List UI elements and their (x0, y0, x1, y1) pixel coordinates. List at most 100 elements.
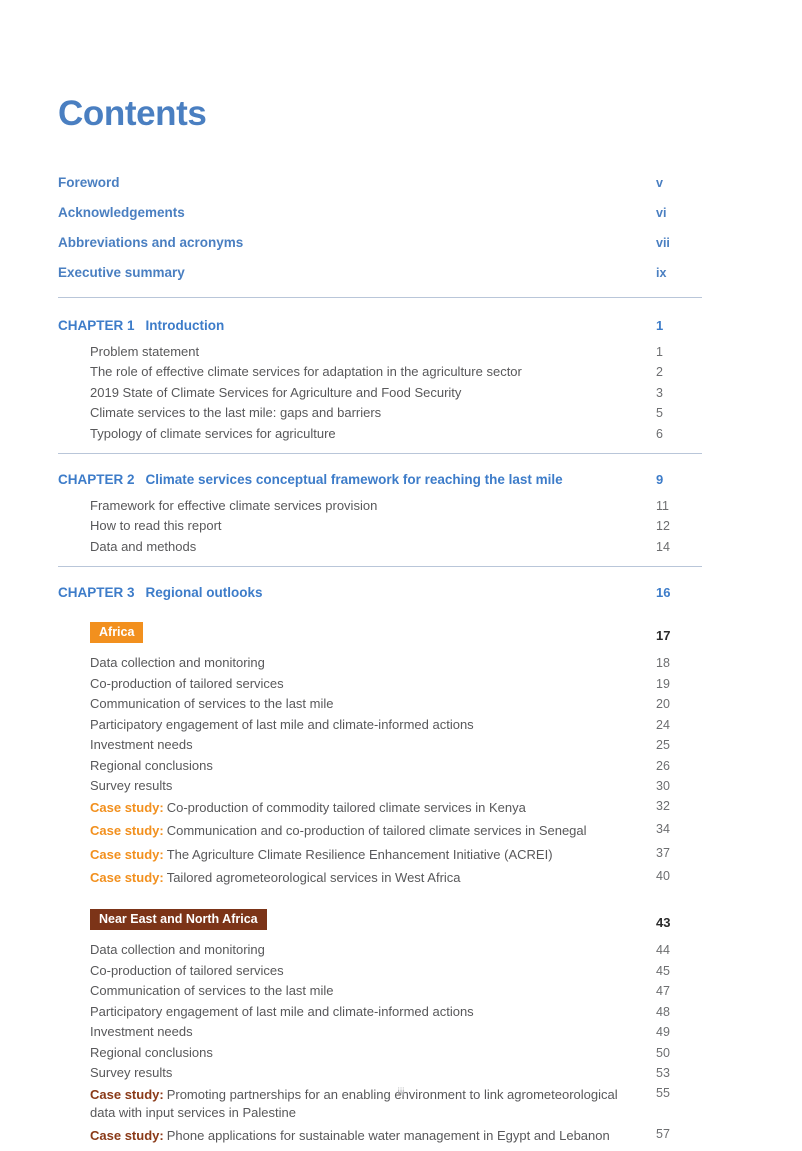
case-study-entry[interactable]: Case study: Tailored agrometeorological s… (58, 869, 702, 887)
toc-entry[interactable]: Climate services to the last mile: gaps … (58, 405, 702, 420)
toc-entry-page: 30 (656, 779, 670, 794)
toc-entry-label: Survey results (90, 1065, 173, 1081)
toc-entry-page: 2 (656, 365, 663, 380)
toc-entry-label: Data collection and monitoring (90, 942, 265, 958)
toc-entry[interactable]: Communication of services to the last mi… (58, 983, 702, 998)
toc-entry-label: Investment needs (90, 737, 193, 753)
toc-entry[interactable]: 2019 State of Climate Services for Agric… (58, 385, 702, 400)
toc-entry-page: 49 (656, 1025, 670, 1040)
toc-entry-label: Data collection and monitoring (90, 655, 265, 671)
toc-entry-page: 47 (656, 984, 670, 999)
region-africa-heading[interactable]: Africa 17 (58, 621, 702, 644)
toc-entry-label: Abbreviations and acronyms (58, 234, 244, 250)
toc-entry-label: Regional conclusions (90, 1044, 213, 1060)
toc-entry-page: 3 (656, 385, 663, 400)
chapter-3-heading[interactable]: CHAPTER 3 Regional outlooks 16 (58, 585, 702, 600)
chapter-page: 1 (656, 317, 664, 333)
case-study-entry[interactable]: Case study: Phone applications for sustai… (58, 1127, 702, 1145)
case-study-text: Co-production of commodity tailored clim… (166, 799, 526, 815)
toc-entry[interactable]: Participatory engagement of last mile an… (58, 1004, 702, 1019)
chapter-number: CHAPTER 2 (58, 471, 135, 487)
toc-entry-page: 6 (656, 426, 663, 441)
case-study-tag: Case study: (90, 869, 164, 885)
toc-entry-label: 2019 State of Climate Services for Agric… (90, 384, 462, 400)
case-study-label: Case study: Co-production of commodity ta… (90, 799, 526, 817)
toc-entry-page: 44 (656, 943, 670, 958)
toc-entry[interactable]: Typology of climate services for agricul… (58, 426, 702, 441)
case-study-text: The Agriculture Climate Resilience Enhan… (166, 846, 553, 862)
toc-entry[interactable]: Participatory engagement of last mile an… (58, 717, 702, 732)
toc-entry-label: Executive summary (58, 264, 185, 280)
toc-entry-label: Communication of services to the last mi… (90, 696, 334, 712)
toc-entry[interactable]: How to read this report 12 (58, 518, 702, 533)
region-page: 43 (656, 915, 671, 931)
case-study-page: 40 (656, 868, 670, 883)
toc-entry-page: 14 (656, 539, 670, 554)
toc-entry-label: Co-production of tailored services (90, 962, 284, 978)
toc-entry-page: 50 (656, 1045, 670, 1060)
toc-entry-page: v (656, 175, 663, 190)
toc-entry[interactable]: Investment needs 25 (58, 737, 702, 752)
footer-page-number: iii (397, 1086, 405, 1098)
toc-entry-label: Regional conclusions (90, 757, 213, 773)
toc-entry-foreword[interactable]: Foreword v (58, 175, 702, 190)
region-page: 17 (656, 628, 671, 644)
toc-entry-page: 19 (656, 676, 670, 691)
toc-entry-page: vii (656, 235, 670, 250)
section-divider (58, 296, 702, 298)
toc-entry[interactable]: Framework for effective climate services… (58, 498, 702, 513)
toc-entry-label: The role of effective climate services f… (90, 364, 522, 380)
toc-entry-label: Survey results (90, 778, 173, 794)
toc-entry-executive-summary[interactable]: Executive summary ix (58, 265, 702, 280)
toc-entry-label: Participatory engagement of last mile an… (90, 1003, 474, 1019)
region-badge-africa[interactable]: Africa (90, 621, 144, 644)
toc-entry-page: 20 (656, 697, 670, 712)
chapter-number: CHAPTER 3 (58, 584, 135, 600)
toc-entry[interactable]: Regional conclusions 26 (58, 758, 702, 773)
chapter-title: Introduction (145, 317, 225, 333)
chapter-1-heading[interactable]: CHAPTER 1 Introduction 1 (58, 318, 702, 333)
toc-entry[interactable]: Communication of services to the last mi… (58, 696, 702, 711)
toc-entry[interactable]: Survey results 53 (58, 1065, 702, 1080)
chapter-title: Regional outlooks (145, 584, 263, 600)
toc-entry-page: 26 (656, 758, 670, 773)
toc-entry[interactable]: Problem statement 1 (58, 344, 702, 359)
case-study-text: Tailored agrometeorological services in … (166, 869, 461, 885)
case-study-entry[interactable]: Case study: Co-production of commodity ta… (58, 799, 702, 817)
case-study-label: Case study: Phone applications for sustai… (90, 1127, 610, 1145)
toc-entry-label: How to read this report (90, 518, 222, 534)
toc-entry-page: 11 (656, 498, 669, 513)
case-study-entry[interactable]: Case study: Communication and co-producti… (58, 822, 702, 840)
toc-entry[interactable]: Data collection and monitoring 44 (58, 942, 702, 957)
case-study-entry[interactable]: Case study: The Agriculture Climate Resil… (58, 846, 702, 864)
toc-entry[interactable]: Survey results 30 (58, 778, 702, 793)
toc-entry-label: Typology of climate services for agricul… (90, 425, 336, 441)
chapter-heading-text: CHAPTER 1 Introduction (58, 318, 224, 333)
region-badge-near-east-and-north-africa[interactable]: Near East and North Africa (90, 908, 267, 931)
chapter-page: 9 (656, 471, 664, 487)
toc-entry-abbreviations[interactable]: Abbreviations and acronyms vii (58, 235, 702, 250)
toc-entry-label: Data and methods (90, 538, 197, 554)
section-divider (58, 565, 702, 567)
case-study-page: 37 (656, 845, 670, 860)
region-nena-heading[interactable]: Near East and North Africa 43 (58, 908, 702, 931)
toc-entry[interactable]: Co-production of tailored services 45 (58, 963, 702, 978)
region-africa: Africa 17 Data collection and monitoring… (58, 621, 702, 887)
toc-entry[interactable]: Data and methods 14 (58, 539, 702, 554)
toc-entry[interactable]: Co-production of tailored services 19 (58, 676, 702, 691)
case-study-label: Case study: The Agriculture Climate Resil… (90, 846, 553, 864)
toc-entry[interactable]: Regional conclusions 50 (58, 1045, 702, 1060)
toc-entry[interactable]: Data collection and monitoring 18 (58, 655, 702, 670)
toc-entry-acknowledgements[interactable]: Acknowledgements vi (58, 205, 702, 220)
toc-entry[interactable]: Investment needs 49 (58, 1024, 702, 1039)
toc-entry-label: Problem statement (90, 343, 200, 359)
chapter-2-heading[interactable]: CHAPTER 2 Climate services conceptual fra… (58, 472, 702, 487)
case-study-tag: Case study: (90, 799, 164, 815)
toc-entry-page: 24 (656, 717, 670, 732)
toc-entry-label: Participatory engagement of last mile an… (90, 716, 474, 732)
toc-entry-label: Acknowledgements (58, 204, 185, 220)
chapter-number: CHAPTER 1 (58, 317, 135, 333)
toc-entry[interactable]: The role of effective climate services f… (58, 364, 702, 379)
toc-entry-label: Co-production of tailored services (90, 675, 284, 691)
front-matter-list: Foreword v Acknowledgements vi Abbreviat… (58, 175, 702, 280)
